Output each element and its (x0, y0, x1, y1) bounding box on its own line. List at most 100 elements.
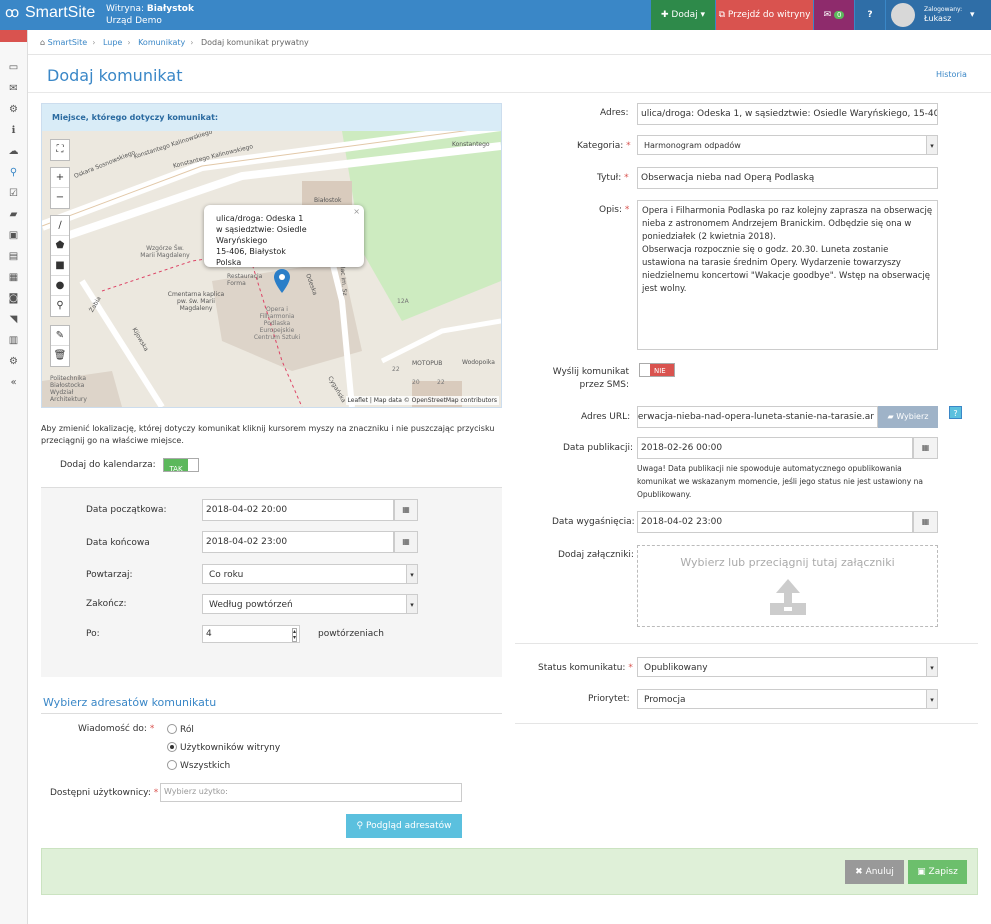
breadcrumb-komunikaty[interactable]: Komunikaty (138, 38, 185, 47)
gears-icon[interactable]: ⚙ (0, 351, 27, 372)
after-stepper[interactable]: 4 ▴ ▾ (202, 625, 300, 643)
description-label-text: Opis: (599, 205, 623, 215)
start-date-label: Data początkowa: (86, 505, 167, 515)
gear-icon[interactable]: ⚙ (0, 99, 27, 120)
calendar-icon[interactable]: ▦ (394, 499, 418, 521)
rectangle-icon[interactable]: ■ (51, 256, 69, 276)
cancel-button[interactable]: ✖ Anuluj (845, 860, 904, 884)
title-input[interactable]: Obserwacja nieba nad Operą Podlaską (637, 167, 938, 189)
radio-site-users[interactable]: Użytkowników witryny (167, 742, 280, 753)
chevron-down-icon: ▾ (926, 658, 937, 676)
publication-date-input[interactable]: 2018-02-26 00:00 (637, 437, 913, 459)
map[interactable]: Oskara Sosnowskiego Konstantego Kalinows… (42, 131, 501, 407)
place-label: MOTOPUB (412, 360, 443, 367)
goto-site-button[interactable]: ⧉ Przejdź do witryny (716, 0, 813, 30)
address-label: Adres: (600, 108, 629, 118)
avatar (891, 3, 915, 27)
finish-value: Według powtórzeń (209, 600, 293, 610)
location-pin-icon[interactable] (274, 269, 290, 293)
start-date-input[interactable]: 2018-04-02 20:00 (202, 499, 394, 521)
preview-recipients-button[interactable]: ⚲ Podgląd adresatów (346, 814, 462, 838)
add-button-label: Dodaj (671, 10, 698, 20)
map-popup: × ulica/droga: Odeska 1 w sąsiedztwie: O… (204, 205, 364, 267)
close-icon[interactable]: × (353, 206, 360, 217)
calendar-icon[interactable]: ▦ (913, 437, 938, 459)
zoom-control: + − (50, 167, 70, 209)
category-select[interactable]: Harmonogram odpadów ▾ (637, 135, 938, 155)
messages-button[interactable]: ✉ 0 (814, 0, 854, 30)
place-label: Opera i Filharmonia Podlaska Europejskie… (253, 306, 301, 341)
chevron-down-icon: ▾ (406, 595, 417, 613)
collapse-icon[interactable]: « (0, 372, 27, 393)
image-icon[interactable]: ▣ (0, 225, 27, 246)
divider (28, 92, 991, 93)
place-label: Wzgórze Św. Marii Magdaleny (140, 245, 190, 259)
site-name: Białystok (146, 4, 194, 14)
calendar-icon[interactable]: ▦ (394, 531, 418, 553)
info-icon[interactable]: ℹ (0, 120, 27, 141)
polygon-icon[interactable]: ⬟ (51, 236, 69, 256)
attachments-dropzone[interactable]: Wybierz lub przeciągnij tutaj załączniki (637, 545, 938, 627)
sms-toggle[interactable]: NIE (639, 363, 675, 377)
repeat-value: Co roku (209, 570, 244, 580)
calendar-toggle[interactable]: TAK (163, 458, 199, 473)
popup-line: 15-406, Białystok (216, 247, 286, 256)
users-input[interactable]: Wybierz użytko: (160, 783, 462, 802)
check-icon[interactable]: ☑ (0, 183, 27, 204)
end-date-input[interactable]: 2018-04-02 23:00 (202, 531, 394, 553)
chart-icon[interactable]: ▥ (0, 330, 27, 351)
place-label: Politechnika Białostocka Wydział Archite… (50, 375, 87, 403)
radio-roles[interactable]: Ról (167, 724, 194, 735)
description-textarea[interactable]: Opera i Filharmonia Podlaska po raz kole… (637, 200, 938, 350)
fullscreen-button[interactable]: ⛶ (50, 139, 70, 161)
radio-circle (167, 760, 177, 770)
zoom-out-button[interactable]: − (51, 188, 69, 208)
finish-select[interactable]: Według powtórzeń ▾ (202, 594, 418, 614)
logo-text: SmartSite (25, 4, 96, 21)
cloud-icon[interactable]: ☁ (0, 141, 27, 162)
history-link[interactable]: Historia (936, 70, 967, 79)
help-button[interactable]: ? (855, 0, 885, 30)
envelope-icon[interactable]: ✉ (0, 78, 27, 99)
contact-icon[interactable]: ◙ (0, 288, 27, 309)
user-menu[interactable]: Zalogowany: Łukasz ▾ (886, 0, 991, 30)
url-select-button[interactable]: ▰ Wybierz (878, 406, 938, 428)
place-label: 20 (412, 379, 420, 386)
required-mark: * (153, 788, 159, 798)
calendar-icon[interactable]: ▦ (913, 511, 938, 533)
url-input[interactable]: obserwacja-nieba-nad-opera-luneta-stanie… (637, 406, 878, 428)
user-name: Łukasz (924, 14, 952, 23)
radio-all[interactable]: Wszystkich (167, 760, 230, 771)
edit-icon[interactable]: ✎ (51, 326, 69, 346)
breadcrumb-smartsite[interactable]: SmartSite (48, 38, 88, 47)
priority-select[interactable]: Promocja ▾ (637, 689, 938, 709)
repeat-select[interactable]: Co roku ▾ (202, 564, 418, 584)
status-value: Opublikowany (644, 663, 708, 673)
breadcrumb: ⌂ SmartSite › Lupe › Komunikaty › Dodaj kom… (28, 30, 991, 55)
radio-circle (167, 742, 177, 752)
document-icon[interactable]: ▤ (0, 246, 27, 267)
status-select[interactable]: Opublikowany ▾ (637, 657, 938, 677)
map-panel: Miejsce, którego dotyczy komunikat: Oska… (41, 103, 502, 408)
search-icon[interactable]: ⚲ (0, 162, 27, 183)
preview-label: Podgląd adresatów (365, 821, 452, 831)
calendar-icon[interactable]: ▦ (0, 267, 27, 288)
popup-line: Polska (216, 258, 242, 267)
logo[interactable]: ꝏ SmartSite (5, 4, 95, 22)
circle-icon[interactable]: ● (51, 276, 69, 296)
add-button[interactable]: ✚ Dodaj ▾ (651, 0, 715, 30)
zoom-in-button[interactable]: + (51, 168, 69, 188)
save-button[interactable]: ▣ Zapisz (908, 860, 967, 884)
help-icon[interactable]: ? (949, 406, 962, 419)
trash-icon[interactable]: 🗑 (51, 346, 69, 366)
monitor-icon[interactable]: ▭ (0, 57, 27, 78)
marker-icon[interactable]: ⚲ (51, 296, 69, 316)
folder-icon[interactable]: ▰ (0, 204, 27, 225)
expiry-date-input[interactable]: 2018-04-02 23:00 (637, 511, 913, 533)
polyline-icon[interactable]: ∕ (51, 216, 69, 236)
address-input[interactable]: ulica/droga: Odeska 1, w sąsiedztwie: Os… (637, 103, 938, 125)
rss-icon[interactable]: ◥ (0, 309, 27, 330)
breadcrumb-lupe[interactable]: Lupe (103, 38, 122, 47)
chevron-down-icon: ▾ (406, 565, 417, 583)
stepper-arrows-icon[interactable]: ▴ ▾ (291, 628, 297, 642)
